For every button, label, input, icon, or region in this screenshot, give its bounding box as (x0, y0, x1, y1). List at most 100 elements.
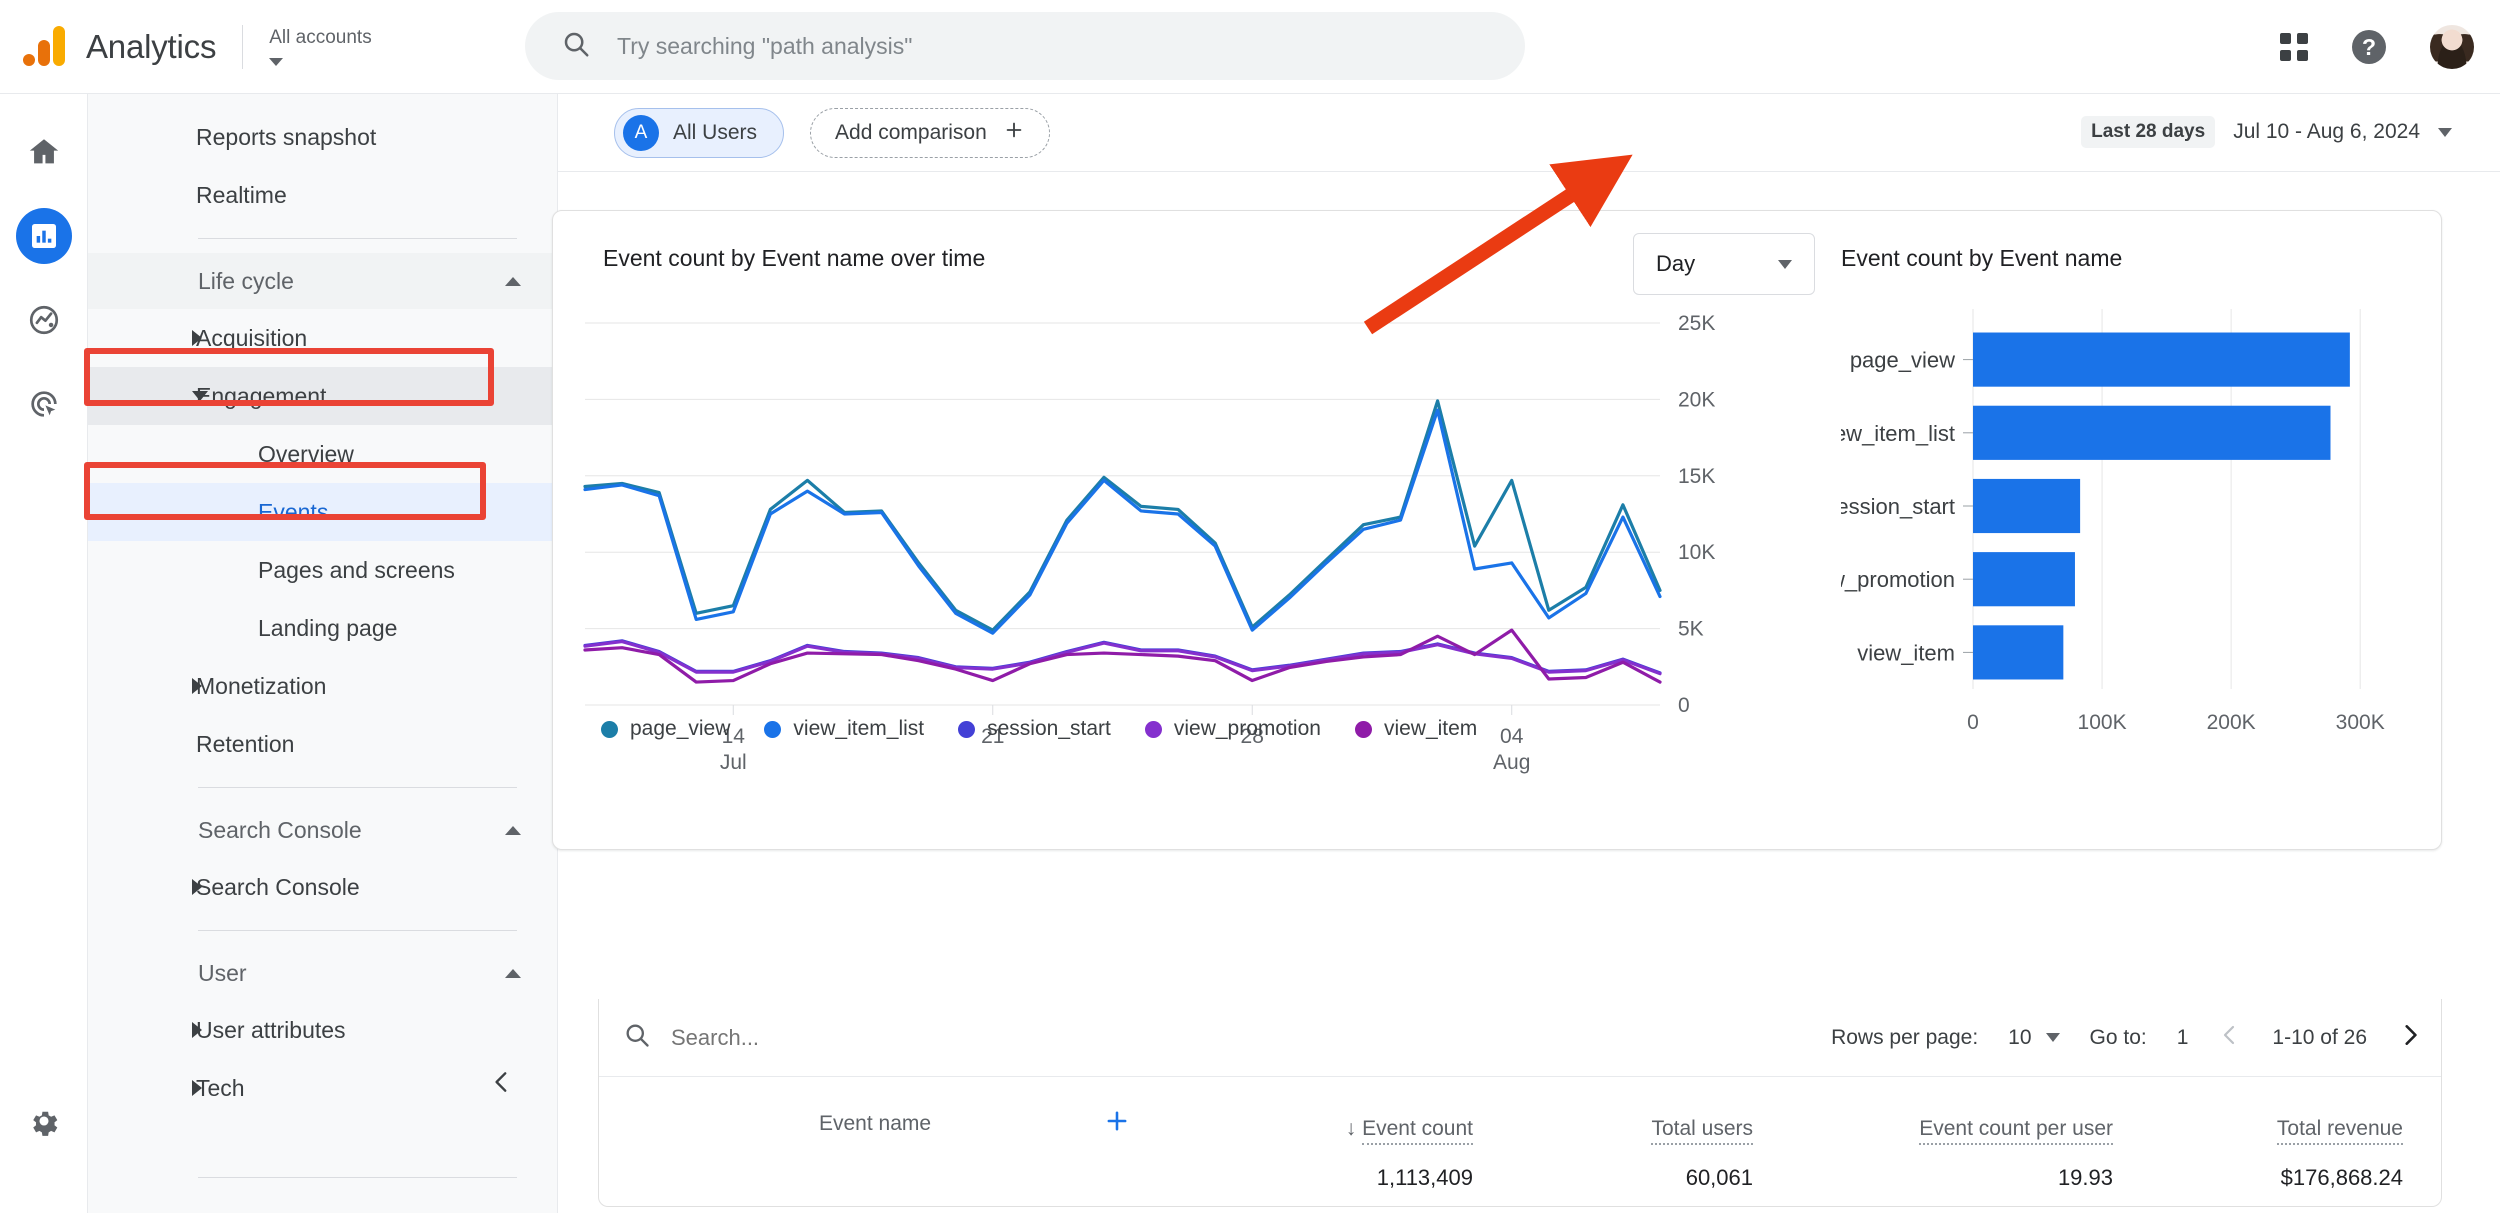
sidebar-section-life-cycle[interactable]: Life cycle (88, 253, 557, 309)
granularity-select[interactable]: Day (1633, 233, 1815, 295)
sidebar-item-pages-and-screens[interactable]: Pages and screens (88, 541, 557, 599)
sidebar-item-label: Tech (196, 1074, 245, 1101)
sidebar-item-retention[interactable]: Retention (88, 715, 557, 773)
chevron-right-icon (192, 1022, 202, 1038)
sidebar-item-label: Acquisition (196, 324, 308, 351)
sidebar-section-label: Life cycle (198, 267, 294, 294)
chevron-down-icon (2438, 127, 2452, 137)
svg-text:20K: 20K (1678, 388, 1715, 411)
segment-chip-all-users[interactable]: A All Users (614, 107, 785, 158)
chevron-right-icon (192, 1080, 202, 1096)
sidebar-item-landing-page[interactable]: Landing page (88, 599, 557, 657)
help-icon[interactable]: ? (2352, 30, 2386, 64)
sidebar-item-label: Landing page (258, 614, 398, 641)
gear-icon[interactable] (16, 1093, 72, 1149)
rows-per-page-label: Rows per page: (1831, 1025, 1979, 1049)
sidebar-item-realtime[interactable]: Realtime (88, 166, 557, 224)
search-input[interactable] (617, 32, 1437, 60)
svg-text:100K: 100K (2078, 711, 2127, 734)
global-search[interactable] (525, 12, 1525, 80)
sidebar-item-label: User attributes (196, 1016, 346, 1043)
apps-grid-icon[interactable] (2280, 33, 2308, 61)
events-table: Rows per page: 10 Go to: 1 1-10 of 26 (598, 999, 2442, 1207)
sidebar-collapse-button[interactable] (481, 1061, 523, 1103)
table-search[interactable] (599, 1021, 991, 1054)
go-to-label: Go to: (2089, 1025, 2147, 1049)
column-header-total-users[interactable]: Total users (1651, 1117, 1753, 1145)
home-icon[interactable] (16, 124, 72, 180)
svg-text:view_item: view_item (1857, 640, 1955, 665)
go-to-input[interactable]: 1 (2177, 1026, 2189, 1050)
svg-text:10K: 10K (1678, 541, 1715, 564)
chevron-down-icon (269, 57, 284, 66)
charts-card: Event count by Event name over time Day … (552, 210, 2442, 850)
sidebar-section-user[interactable]: User (88, 945, 557, 1001)
account-selector-label: All accounts (269, 27, 372, 49)
date-range-selector[interactable]: Last 28 days Jul 10 - Aug 6, 2024 (2081, 116, 2452, 148)
legend-label: view_promotion (1173, 717, 1321, 740)
sidebar-divider (198, 930, 517, 931)
table-search-input[interactable] (671, 1024, 991, 1051)
svg-text:200K: 200K (2207, 711, 2256, 734)
rows-per-page-select[interactable]: 10 (2008, 1025, 2060, 1050)
google-analytics-logo-icon (22, 24, 68, 70)
sidebar-item-label: Engagement (196, 382, 327, 409)
sidebar-section-search-console[interactable]: Search Console (88, 802, 557, 858)
add-comparison-button[interactable]: Add comparison (810, 107, 1050, 158)
sidebar-item-user-attributes[interactable]: User attributes (88, 1001, 557, 1059)
account-selector[interactable]: All accounts (269, 27, 372, 66)
next-page-button[interactable] (2397, 1022, 2423, 1054)
sidebar-item-acquisition[interactable]: Acquisition (88, 309, 557, 367)
legend-item[interactable]: view_item (1354, 717, 1478, 741)
plus-icon (1003, 119, 1025, 147)
line-chart-title: Event count by Event name over time (603, 245, 986, 271)
sidebar-item-overview[interactable]: Overview (88, 425, 557, 483)
sidebar-item-engagement[interactable]: Engagement (88, 367, 557, 425)
granularity-value: Day (1656, 251, 1696, 276)
chevron-down-icon (192, 391, 208, 401)
svg-text:5K: 5K (1678, 618, 1704, 641)
legend-color-dot (1144, 720, 1162, 738)
legend-item[interactable]: page_view (601, 717, 730, 741)
chevron-up-icon (505, 825, 521, 835)
add-dimension-button[interactable] (1103, 1107, 1131, 1141)
legend-item[interactable]: view_item_list (764, 717, 924, 741)
segment-chip-label: All Users (673, 120, 758, 144)
reports-bar-chart-icon[interactable] (15, 208, 72, 264)
sidebar-item-label: Monetization (196, 672, 327, 699)
search-icon (561, 29, 591, 64)
svg-text:15K: 15K (1678, 465, 1715, 488)
svg-text:300K: 300K (2336, 711, 2385, 734)
legend-item[interactable]: view_promotion (1144, 717, 1321, 741)
column-header-event-count-per-user[interactable]: Event count per user (1919, 1117, 2113, 1145)
header-divider (242, 24, 244, 69)
column-header-event-name[interactable]: Event name (819, 1112, 931, 1136)
sidebar-section-label: User (198, 959, 247, 986)
legend-label: view_item (1383, 717, 1478, 740)
svg-text:25K: 25K (1678, 312, 1715, 335)
sidebar-item-events[interactable]: Events (88, 483, 557, 541)
svg-text:Jul: Jul (720, 751, 747, 774)
avatar[interactable] (2430, 25, 2474, 69)
sidebar-item-search-console[interactable]: Search Console (88, 858, 557, 916)
svg-text:session_start: session_start (1841, 494, 1955, 519)
legend-color-dot (958, 720, 976, 738)
sidebar-item-label: Overview (258, 440, 354, 467)
column-header-event-count[interactable]: Event count (1362, 1117, 1473, 1145)
sidebar-item-monetization[interactable]: Monetization (88, 657, 557, 715)
svg-text:0: 0 (1678, 694, 1690, 717)
sidebar-item-reports-snapshot[interactable]: Reports snapshot (88, 108, 557, 166)
prev-page-button[interactable] (2218, 1023, 2242, 1053)
brand-title: Analytics (86, 27, 217, 65)
bar-chart-title: Event count by Event name (1841, 245, 2123, 271)
legend-color-dot (601, 720, 618, 738)
legend-item[interactable]: session_start (958, 717, 1111, 741)
main-content: A All Users Add comparison Last 28 days … (552, 94, 2500, 1213)
left-icon-rail (0, 94, 88, 1213)
advertising-target-icon[interactable] (16, 376, 72, 432)
column-header-total-revenue[interactable]: Total revenue (2276, 1117, 2403, 1145)
explore-icon[interactable] (16, 292, 72, 348)
svg-text:Aug: Aug (1493, 751, 1530, 774)
sidebar-section-label: Search Console (198, 816, 362, 843)
rows-per-page-value: 10 (2008, 1025, 2032, 1049)
